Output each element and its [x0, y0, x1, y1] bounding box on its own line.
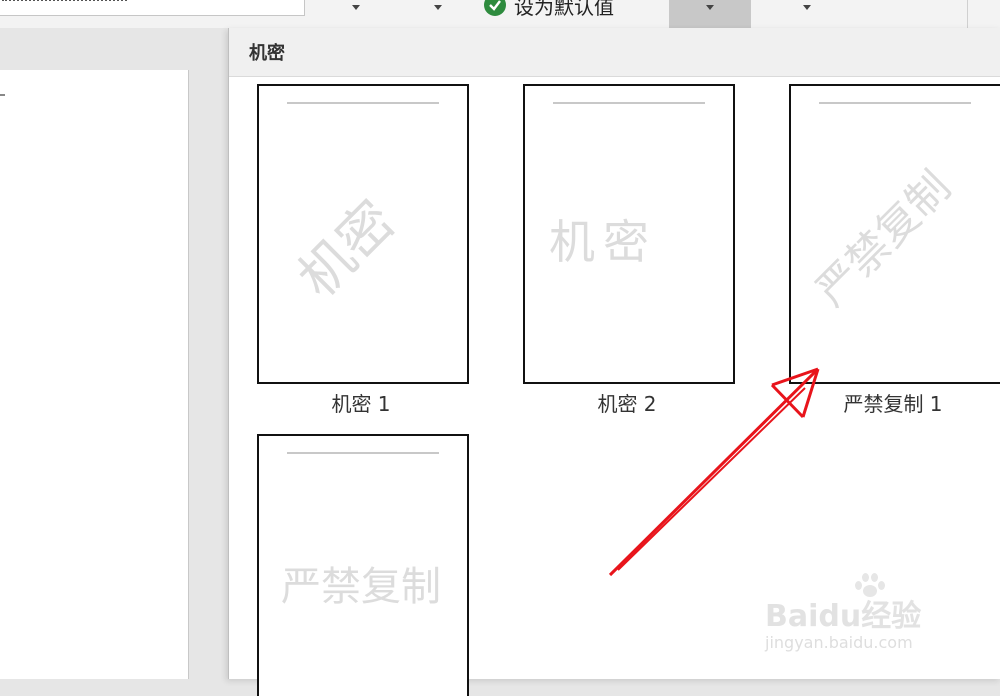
- watermark-thumbnail-3[interactable]: 严禁复制: [789, 84, 1000, 384]
- ruler-mark: [0, 94, 5, 96]
- chevron-down-icon: [706, 5, 714, 10]
- chevron-down-icon[interactable]: [434, 5, 442, 10]
- font-name-dropdown[interactable]: [278, 0, 305, 16]
- baidu-url: jingyan.baidu.com: [765, 633, 913, 652]
- chevron-down-icon[interactable]: [803, 5, 811, 10]
- watermark-caption-1[interactable]: 机密 1: [254, 388, 468, 417]
- watermark-thumbnail-2[interactable]: 机密: [523, 84, 735, 384]
- watermark-text: 严禁复制: [281, 564, 441, 610]
- watermark-text: 机密: [286, 188, 407, 310]
- ribbon-toolbar: 设为默认值: [0, 0, 1000, 28]
- baidu-brand: Baidu经验: [765, 599, 922, 634]
- set-default-button[interactable]: 设为默认值: [484, 0, 614, 19]
- watermark-thumbnail-4[interactable]: 严禁复制: [257, 434, 469, 696]
- watermark-dropdown-button[interactable]: [669, 0, 751, 28]
- watermark-text: 严禁复制: [806, 161, 960, 316]
- baidu-jingyan-watermark: Baidu经验 jingyan.baidu.com: [765, 573, 965, 660]
- chevron-down-icon[interactable]: [352, 5, 360, 10]
- page-header-line: [287, 102, 439, 104]
- page-header-line: [287, 452, 439, 454]
- watermark-thumbnail-1[interactable]: 机密: [257, 84, 469, 384]
- check-icon: [484, 0, 506, 16]
- document-page-edge: [188, 70, 189, 679]
- document-page[interactable]: [0, 70, 188, 679]
- font-name-box[interactable]: [0, 0, 279, 16]
- annotation-arrow-icon: [608, 367, 820, 577]
- watermark-text: 机密: [549, 215, 657, 269]
- toolbar-divider: [967, 0, 968, 28]
- set-default-label: 设为默认值: [514, 0, 614, 19]
- font-name-value: [2, 0, 127, 1]
- gallery-category-title: 机密: [229, 28, 1000, 77]
- page-header-line: [553, 102, 705, 104]
- page-header-line: [819, 102, 971, 104]
